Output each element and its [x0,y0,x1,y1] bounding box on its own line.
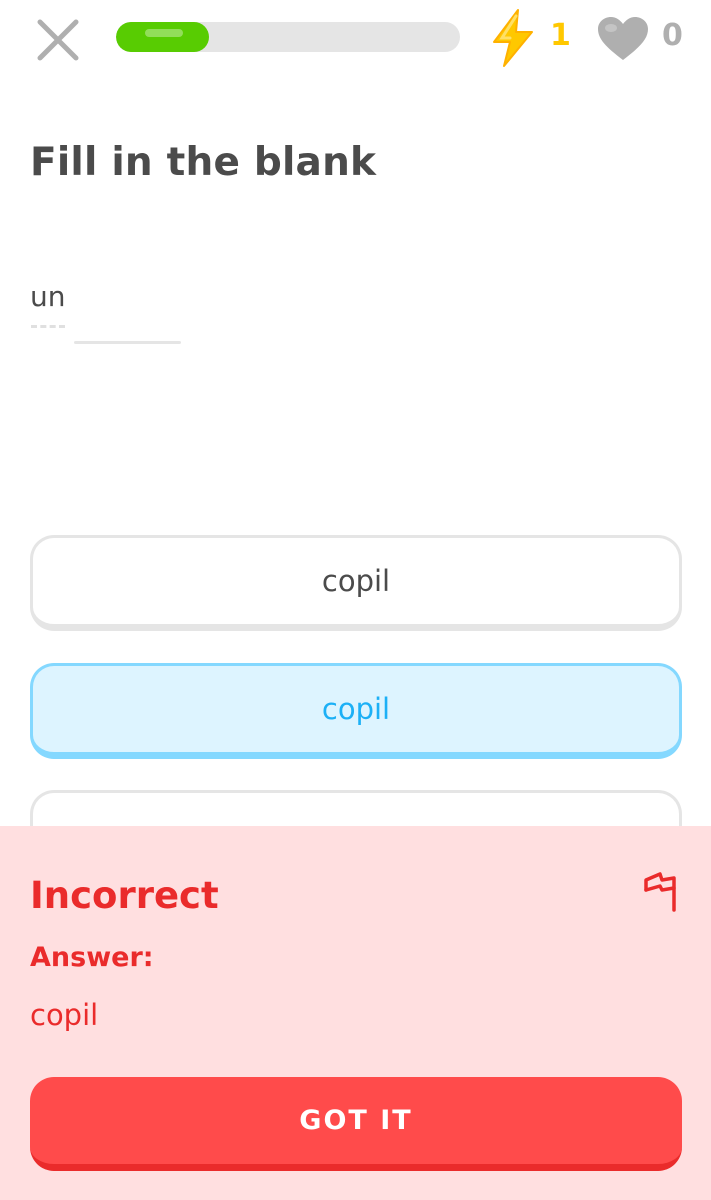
flag-icon[interactable] [640,870,680,914]
progress-highlight [145,29,183,37]
correct-answer: copil [30,998,99,1032]
exercise-title: Fill in the blank [30,140,377,185]
hearts-count: 0 [662,18,683,53]
option-button-1[interactable]: copil [30,535,682,631]
streak-count: 1 [550,18,571,53]
heart-icon [598,17,648,60]
option-button-2[interactable]: copil [30,663,682,759]
answer-label: Answer: [30,942,154,973]
progress-fill [116,22,209,52]
feedback-status: Incorrect [30,874,219,917]
sentence-word[interactable]: un [30,280,66,313]
lightning-icon [493,9,533,67]
feedback-panel: Incorrect Answer: copil GOT IT [0,826,711,1200]
word-hint-underline [31,325,65,328]
close-button[interactable] [34,16,82,64]
close-icon [37,19,79,61]
answer-blank [74,341,181,344]
lesson-progress-bar [116,22,460,52]
got-it-button[interactable]: GOT IT [30,1077,682,1171]
